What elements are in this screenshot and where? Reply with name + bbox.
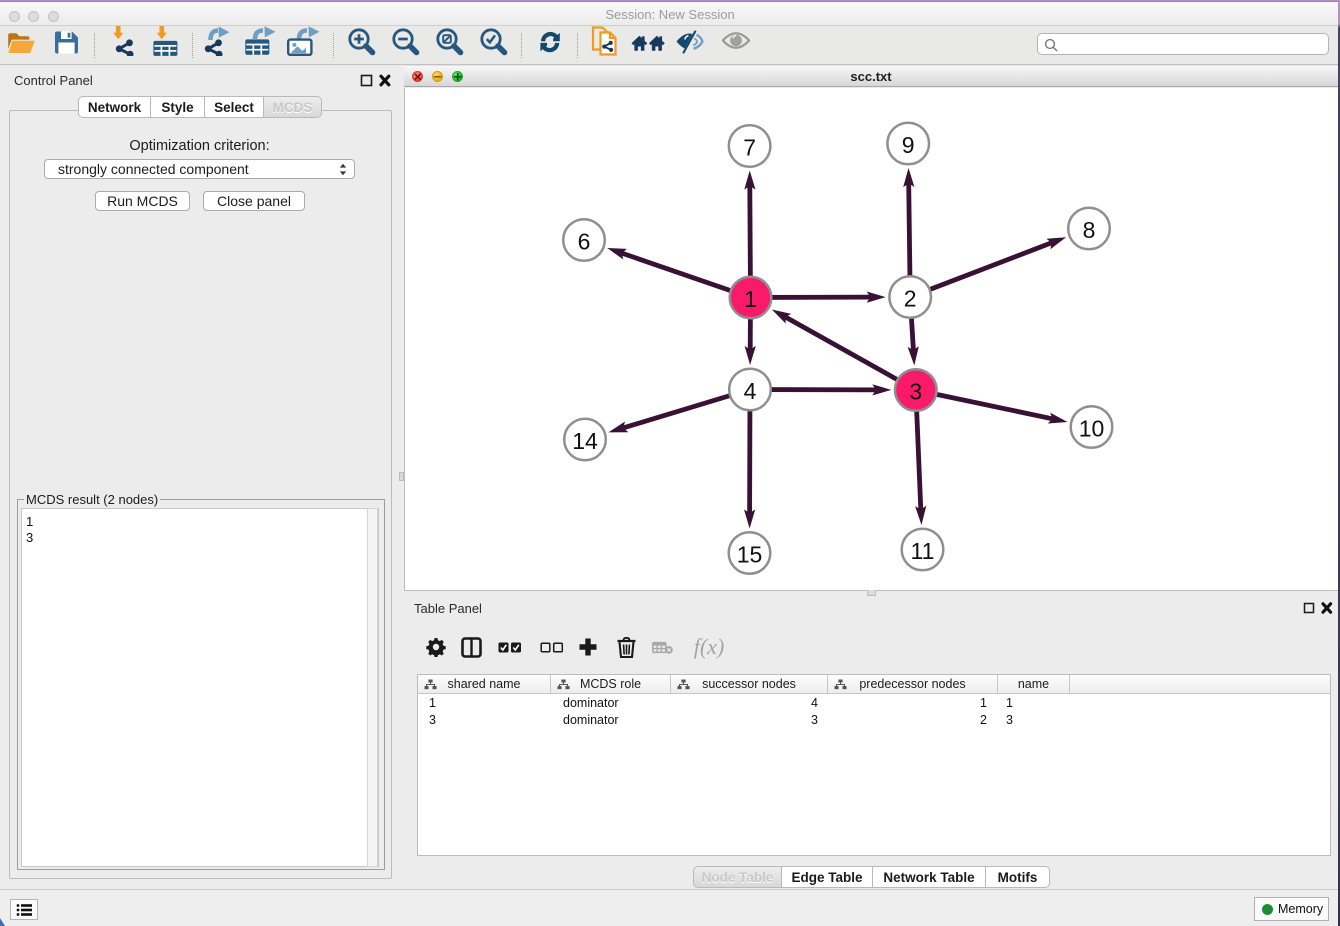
svg-text:6: 6 [578, 228, 591, 254]
svg-text:8: 8 [1083, 217, 1096, 243]
svg-text:1: 1 [744, 286, 757, 312]
svg-text:15: 15 [737, 541, 763, 567]
svg-text:10: 10 [1079, 415, 1105, 441]
svg-text:9: 9 [902, 132, 915, 158]
svg-text:14: 14 [572, 428, 598, 454]
svg-text:2: 2 [904, 285, 917, 311]
svg-text:4: 4 [744, 378, 757, 404]
svg-text:11: 11 [911, 538, 935, 564]
svg-text:7: 7 [743, 134, 756, 160]
svg-text:3: 3 [909, 378, 922, 404]
